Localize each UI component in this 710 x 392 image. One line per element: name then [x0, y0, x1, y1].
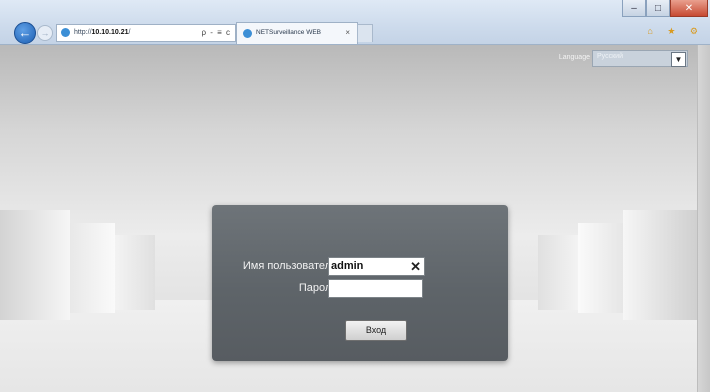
- background-wall: [70, 223, 115, 313]
- window-controls: – □ ✕: [622, 0, 708, 18]
- language-label: Language: [558, 54, 590, 61]
- login-button[interactable]: Вход: [345, 320, 407, 341]
- tab-page-icon: [243, 29, 252, 38]
- maximize-button[interactable]: □: [646, 0, 670, 17]
- password-field[interactable]: [328, 279, 423, 298]
- forward-arrow-icon[interactable]: →: [37, 25, 53, 41]
- page-viewport: Language Русский ▼ Имя пользователя admi…: [0, 45, 710, 392]
- language-value: Русский: [597, 53, 623, 60]
- scrollbar[interactable]: [697, 45, 710, 392]
- new-tab-button[interactable]: [357, 24, 373, 42]
- ie-page-icon: [61, 28, 70, 37]
- clear-icon[interactable]: ✕: [410, 258, 421, 275]
- browser-chrome: – □ ✕ ← → http://10.10.10.21/ ρ - ≡ c NE…: [0, 0, 710, 45]
- address-bar[interactable]: http://10.10.10.21/ ρ - ≡ c: [56, 24, 236, 42]
- background-wall: [0, 210, 70, 320]
- address-url: http://10.10.10.21/: [74, 29, 131, 36]
- username-label: Имя пользователя: [242, 260, 337, 272]
- toolbar-icons[interactable]: ⌂ ★ ⚙: [647, 26, 704, 37]
- chevron-down-icon[interactable]: ▼: [671, 52, 686, 67]
- tab-title: NETSurveillance WEB: [256, 29, 322, 36]
- back-arrow-icon[interactable]: ←: [14, 22, 36, 44]
- address-tools[interactable]: ρ - ≡ c: [201, 25, 231, 41]
- minimize-button[interactable]: –: [622, 0, 646, 17]
- background-wall: [115, 235, 155, 310]
- browser-tab[interactable]: NETSurveillance WEB ×: [236, 22, 358, 44]
- background-wall: [578, 223, 623, 313]
- username-field[interactable]: admin ✕: [328, 257, 425, 276]
- background-wall: [623, 210, 698, 320]
- language-dropdown[interactable]: Русский ▼: [592, 50, 688, 67]
- close-window-button[interactable]: ✕: [670, 0, 708, 17]
- tab-close-icon[interactable]: ×: [345, 23, 350, 43]
- username-value: admin: [331, 260, 364, 272]
- background-wall: [538, 235, 578, 310]
- login-panel: Имя пользователя admin ✕ Пароль Вход: [212, 205, 508, 361]
